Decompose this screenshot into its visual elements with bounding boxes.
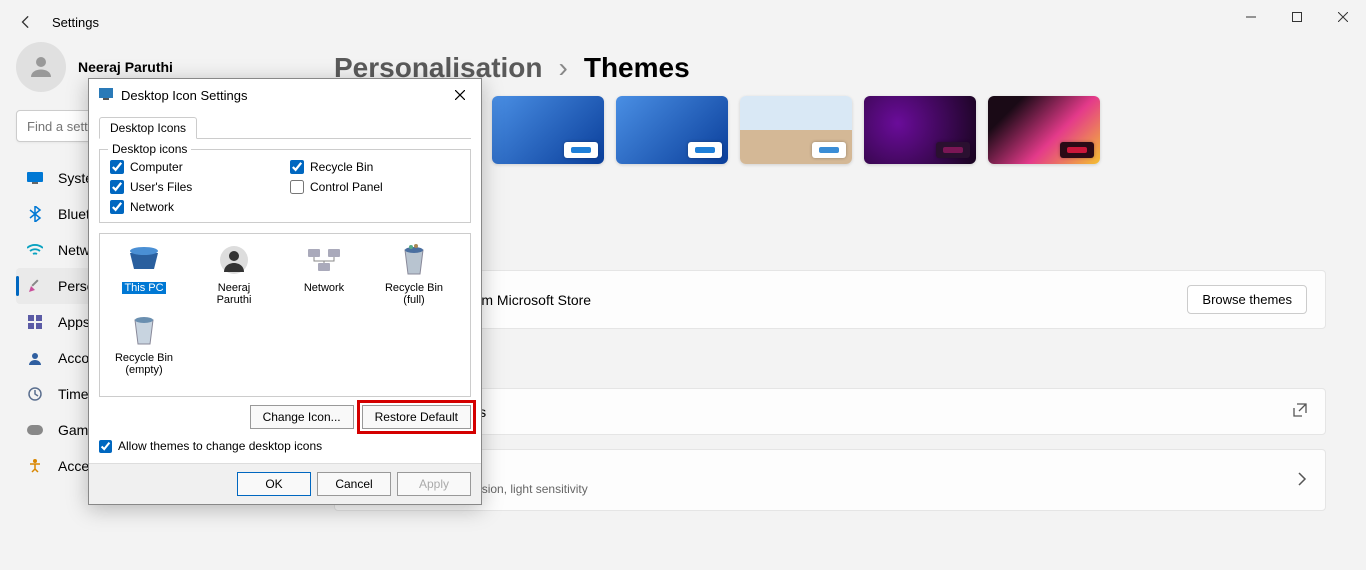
external-link-icon: [1293, 403, 1307, 420]
accessibility-icon: [26, 457, 44, 475]
maximize-button[interactable]: [1274, 0, 1320, 34]
contrast-themes-row[interactable]: Contrast themes Colour themes for low vi…: [334, 449, 1326, 511]
sidebar-item-label: Apps: [58, 314, 90, 330]
accounts-icon: [26, 349, 44, 367]
network-icon: [26, 241, 44, 259]
dialog-titlebar[interactable]: Desktop Icon Settings: [89, 79, 481, 111]
restore-default-button[interactable]: Restore Default: [362, 405, 471, 429]
window-controls: [1228, 0, 1366, 34]
icon-recycle-bin-full[interactable]: Recycle Bin (full): [378, 242, 450, 306]
icon-recycle-bin-empty[interactable]: Recycle Bin (empty): [108, 312, 180, 376]
dialog-title: Desktop Icon Settings: [121, 88, 247, 103]
icon-label: Network: [302, 282, 346, 294]
window-title: Settings: [52, 15, 99, 30]
icon-user-folder[interactable]: Neeraj Paruthi: [198, 242, 270, 306]
back-button[interactable]: [16, 12, 36, 32]
icon-label: This PC: [122, 282, 165, 294]
minimize-button[interactable]: [1228, 0, 1274, 34]
dialog-close-button[interactable]: [449, 85, 471, 105]
tabstrip: Desktop Icons: [99, 117, 471, 139]
system-icon: [26, 169, 44, 187]
checkbox-recycle-bin[interactable]: Recycle Bin: [290, 160, 460, 174]
icon-label: Recycle Bin (full): [378, 282, 450, 306]
icon-this-pc[interactable]: This PC: [108, 242, 180, 306]
chevron-right-icon: ›: [559, 52, 568, 84]
apps-icon: [26, 313, 44, 331]
bluetooth-icon: [26, 205, 44, 223]
personalisation-icon: [26, 277, 44, 295]
apply-button[interactable]: Apply: [397, 472, 471, 496]
icon-network[interactable]: Network: [288, 242, 360, 306]
theme-thumb[interactable]: [492, 96, 604, 164]
tab-desktop-icons[interactable]: Desktop Icons: [99, 117, 197, 139]
checkbox-users-files[interactable]: User's Files: [110, 180, 280, 194]
theme-thumb[interactable]: [740, 96, 852, 164]
titlebar: Settings: [0, 0, 1366, 44]
checkbox-control-panel[interactable]: Control Panel: [290, 180, 460, 194]
gaming-icon: [26, 421, 44, 439]
time-icon: [26, 385, 44, 403]
icon-label: Neeraj Paruthi: [198, 282, 270, 306]
desktop-icon-settings-dialog: Desktop Icon Settings Desktop Icons Desk…: [88, 78, 482, 505]
related-heading: Related settings: [334, 359, 1326, 374]
checkbox-network[interactable]: Network: [110, 200, 280, 214]
ok-button[interactable]: OK: [237, 472, 311, 496]
avatar: [16, 42, 66, 92]
change-icon-button[interactable]: Change Icon...: [250, 405, 354, 429]
group-legend: Desktop icons: [108, 142, 191, 156]
user-name: Neeraj Paruthi: [78, 59, 173, 75]
allow-themes-checkbox[interactable]: Allow themes to change desktop icons: [99, 439, 471, 453]
breadcrumb-current: Themes: [584, 52, 690, 84]
dialog-icon: [99, 88, 113, 103]
cancel-button[interactable]: Cancel: [317, 472, 391, 496]
theme-thumb[interactable]: [988, 96, 1100, 164]
desktop-icon-settings-row[interactable]: Desktop icon settings: [334, 388, 1326, 435]
icon-preview-area: This PC Neeraj Paruthi Network Recycle B…: [99, 233, 471, 397]
checkbox-computer[interactable]: Computer: [110, 160, 280, 174]
desktop-icons-group: Desktop icons Computer Recycle Bin User'…: [99, 149, 471, 223]
theme-thumb[interactable]: [864, 96, 976, 164]
breadcrumb: Personalisation › Themes: [334, 52, 1326, 84]
close-button[interactable]: [1320, 0, 1366, 34]
dialog-footer: OK Cancel Apply: [89, 463, 481, 504]
icon-label: Recycle Bin (empty): [108, 352, 180, 376]
chevron-right-icon: [1297, 472, 1307, 489]
theme-thumb[interactable]: [616, 96, 728, 164]
store-row: Get more themes from Microsoft Store Bro…: [334, 270, 1326, 329]
browse-themes-button[interactable]: Browse themes: [1187, 285, 1307, 314]
